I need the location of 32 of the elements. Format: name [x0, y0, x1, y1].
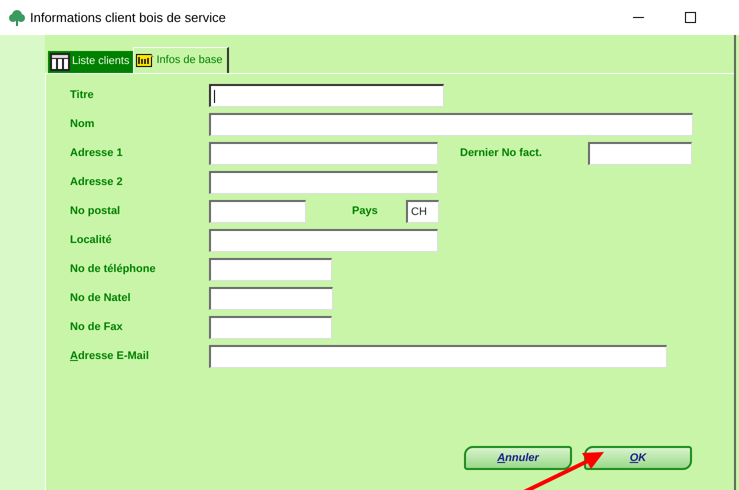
field-label: No de Fax [70, 320, 124, 336]
field-label: Adresse 2 [70, 175, 124, 190]
input-field[interactable]: CH [406, 200, 439, 223]
input-field[interactable] [209, 229, 438, 252]
field-label: No de Natel [70, 291, 132, 306]
cancel-button[interactable]: Annuler [464, 446, 572, 470]
input-field[interactable] [209, 142, 438, 165]
field-label: No de téléphone [70, 262, 157, 278]
input-field[interactable] [588, 142, 692, 165]
field-label: Pays [352, 204, 379, 220]
ok-button[interactable]: OK [584, 446, 692, 470]
tab[interactable]: Infos de base [133, 47, 229, 73]
field-label: Adresse E-Mail [70, 349, 150, 364]
input-field[interactable] [209, 345, 667, 368]
grid-icon [50, 52, 70, 70]
input-field[interactable] [209, 171, 438, 194]
note-icon [136, 52, 154, 68]
input-field[interactable] [209, 316, 332, 339]
input-field[interactable] [209, 258, 332, 281]
tab[interactable]: Liste clients [48, 51, 134, 73]
input-field[interactable] [209, 287, 333, 310]
field-label: Titre [70, 88, 95, 104]
field-label: Localité [70, 233, 113, 248]
field-label: Adresse 1 [70, 146, 124, 162]
field-label: No postal [70, 204, 122, 220]
field-label: Nom [70, 117, 96, 132]
field-label: Dernier No fact. [460, 146, 543, 162]
tree-icon [8, 8, 26, 26]
input-field[interactable] [209, 200, 306, 223]
input-field[interactable] [209, 84, 444, 107]
input-field[interactable] [209, 113, 693, 136]
window-title: Informations client bois de service [30, 8, 226, 27]
